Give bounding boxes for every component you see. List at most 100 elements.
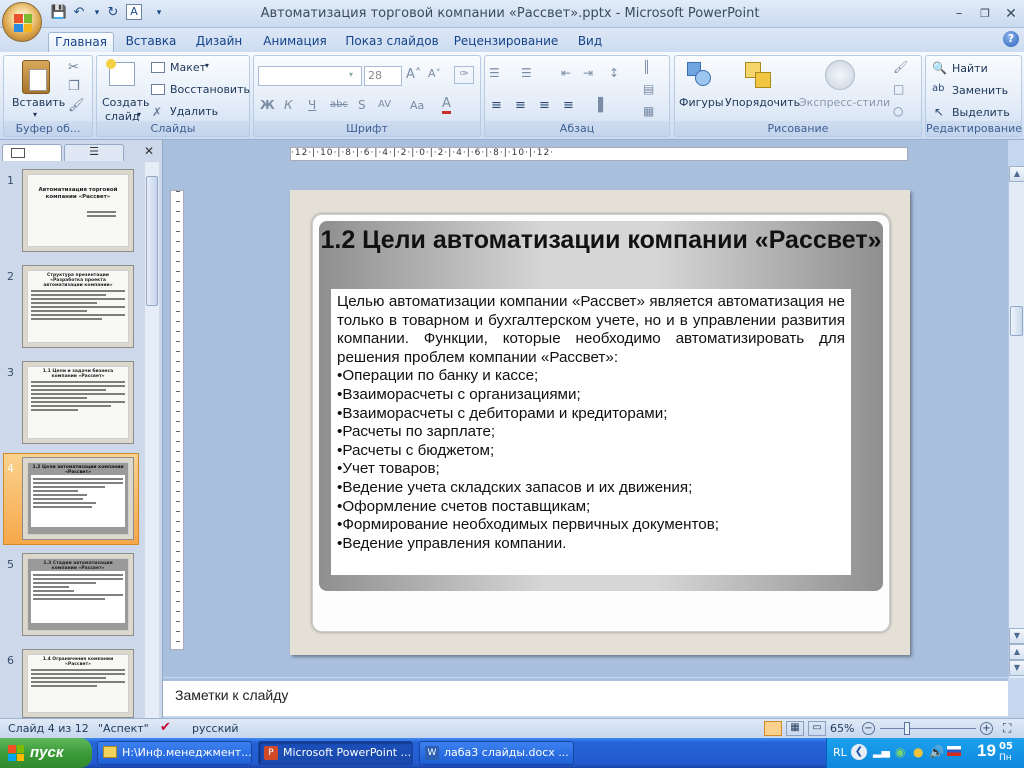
tab-view[interactable]: Вид	[568, 32, 612, 52]
char-spacing-icon[interactable]: AV	[378, 99, 391, 110]
font-color-icon[interactable]: A	[442, 97, 451, 114]
slideshow-view-icon[interactable]: ▭	[808, 721, 826, 736]
line-spacing-icon[interactable]: ↕	[609, 66, 619, 80]
zoom-out-icon[interactable]: −	[862, 722, 875, 735]
layout-dropdown-icon[interactable]: ▾	[205, 61, 209, 70]
tab-slides[interactable]	[2, 144, 62, 161]
scroll-thumb[interactable]	[1010, 306, 1023, 336]
zoom-level[interactable]: 65%	[830, 722, 854, 735]
next-slide-icon[interactable]: ▼	[1009, 660, 1024, 676]
cut-icon[interactable]: ✂	[68, 60, 79, 75]
format-painter-icon[interactable]: 🖌	[68, 98, 85, 113]
layout-button[interactable]: Макет	[170, 61, 206, 74]
text-direction-icon[interactable]: ║	[643, 60, 650, 74]
quick-styles-icon[interactable]	[825, 60, 855, 90]
previous-slide-icon[interactable]: ▲	[1009, 644, 1024, 660]
fit-slide-icon[interactable]: ⛶	[1003, 721, 1011, 736]
tab-review[interactable]: Рецензирование	[450, 32, 562, 52]
tab-design[interactable]: Дизайн	[188, 32, 250, 52]
taskbar-item-word[interactable]: W лаба3 слайды.docx ...	[419, 741, 574, 765]
strikethrough-icon[interactable]: abc	[330, 99, 348, 110]
new-slide-button[interactable]: Создать	[102, 96, 150, 109]
shape-effects-icon[interactable]: ○	[893, 104, 903, 118]
new-slide-icon[interactable]	[106, 59, 135, 86]
close-button[interactable]: ✕	[998, 4, 1024, 24]
paste-button[interactable]: Вставить	[12, 96, 65, 109]
slide-title[interactable]: 1.2 Цели автоматизации компании «Рассвет…	[319, 225, 883, 255]
smartart-icon[interactable]: ▦	[643, 104, 654, 118]
language-indicator[interactable]: русский	[192, 722, 239, 735]
columns-icon[interactable]: ▐	[593, 98, 603, 113]
help-icon[interactable]: ?	[1003, 31, 1019, 47]
copy-icon[interactable]: ❐	[68, 79, 80, 94]
flag-icon[interactable]	[947, 746, 961, 756]
customize-toolbar-icon[interactable]: ▾	[150, 4, 168, 22]
scroll-down-icon[interactable]: ▼	[1009, 628, 1024, 644]
save-icon[interactable]: 💾	[50, 4, 68, 22]
grow-font-icon[interactable]: A˄	[406, 67, 421, 82]
italic-icon[interactable]: К	[284, 98, 293, 112]
clear-format-icon[interactable]: ✑	[454, 66, 474, 84]
office-button[interactable]	[2, 2, 42, 42]
tab-insert[interactable]: Вставка	[120, 32, 182, 52]
tab-slideshow[interactable]: Показ слайдов	[340, 32, 444, 52]
shapes-icon[interactable]	[687, 62, 713, 88]
volume-icon[interactable]: 🔊	[929, 745, 944, 759]
slide-thumbnail-4[interactable]: 1.2 Цели автоматизации компании «Рассвет…	[22, 457, 134, 540]
delete-button[interactable]: Удалить	[170, 105, 218, 118]
redo-icon[interactable]: ↻	[104, 4, 122, 22]
language-bar[interactable]: RL	[833, 746, 847, 759]
slide-thumbnail-5[interactable]: 1.3 Стадии автоматизации компании «Рассв…	[22, 553, 134, 636]
font-name-dropdown-icon[interactable]: ▾	[349, 70, 353, 79]
reset-button[interactable]: Восстановить	[170, 83, 250, 96]
spellcheck-icon[interactable]: ✔	[160, 720, 171, 735]
find-button[interactable]: Найти	[952, 62, 988, 75]
align-center-icon[interactable]: ≡	[515, 98, 526, 113]
underline-icon[interactable]: Ч	[308, 98, 316, 112]
antivirus-icon[interactable]: ◉	[895, 745, 905, 759]
justify-icon[interactable]: ≡	[563, 98, 574, 113]
shrink-font-icon[interactable]: A˅	[428, 67, 441, 80]
tray-app-icon[interactable]: ●	[913, 745, 923, 759]
quick-styles-button[interactable]: Экспресс-стили	[799, 96, 890, 109]
zoom-slider-thumb[interactable]	[904, 722, 910, 735]
taskbar-item-powerpoint[interactable]: P Microsoft PowerPoint ...	[258, 741, 413, 765]
network-icon[interactable]: ▂▄	[873, 745, 890, 758]
align-left-icon[interactable]: ≡	[491, 98, 502, 113]
font-size-input[interactable]: 28	[364, 66, 402, 86]
taskbar-item-folder[interactable]: H:\Инф.менеджмент...	[97, 741, 252, 765]
scroll-up-icon[interactable]: ▲	[1009, 166, 1024, 182]
paste-icon[interactable]	[22, 60, 50, 94]
font-name-input[interactable]	[258, 66, 362, 86]
select-button[interactable]: Выделить	[952, 106, 1010, 119]
show-hidden-icons-icon[interactable]: ❮	[851, 744, 867, 760]
zoom-slider[interactable]	[880, 728, 976, 729]
tab-home[interactable]: Главная	[48, 32, 114, 52]
shape-fill-icon[interactable]: 🖌	[893, 60, 908, 74]
slide-thumbnail-6[interactable]: 1.4 Ограничения компании «Рассвет»	[22, 649, 134, 718]
bullets-icon[interactable]: ☰	[489, 66, 500, 80]
start-button[interactable]: пуск	[0, 738, 92, 768]
bold-icon[interactable]: Ж	[260, 98, 275, 112]
shapes-button[interactable]: Фигуры	[679, 96, 724, 109]
decrease-indent-icon[interactable]: ⇤	[561, 66, 571, 80]
numbering-icon[interactable]: ☰	[521, 66, 532, 80]
clock-hours[interactable]: 19	[977, 741, 996, 761]
slide-body[interactable]: Целью автоматизации компании «Рассвет» я…	[331, 289, 851, 575]
notes-pane[interactable]: Заметки к слайду	[163, 678, 1008, 716]
close-pane-icon[interactable]: ✕	[144, 144, 154, 158]
shadow-icon[interactable]: S	[358, 98, 366, 112]
replace-button[interactable]: Заменить	[952, 84, 1008, 97]
undo-icon[interactable]: ↶	[70, 4, 88, 22]
slide-thumbnail-2[interactable]: Структура презентации «Разработка проект…	[22, 265, 134, 348]
increase-indent-icon[interactable]: ⇥	[583, 66, 593, 80]
tab-animation[interactable]: Анимация	[256, 32, 334, 52]
paste-dropdown-icon[interactable]: ▾	[33, 110, 37, 119]
tab-outline[interactable]: ☰	[64, 144, 124, 161]
arrange-button[interactable]: Упорядочить	[725, 96, 800, 109]
change-case-icon[interactable]: Aa	[410, 99, 424, 112]
zoom-in-icon[interactable]: +	[980, 722, 993, 735]
arrange-icon[interactable]	[745, 62, 773, 90]
slide-thumbnail-1[interactable]: Автоматизация торговой компании «Рассвет…	[22, 169, 134, 252]
sorter-view-icon[interactable]: ▦	[786, 721, 804, 736]
